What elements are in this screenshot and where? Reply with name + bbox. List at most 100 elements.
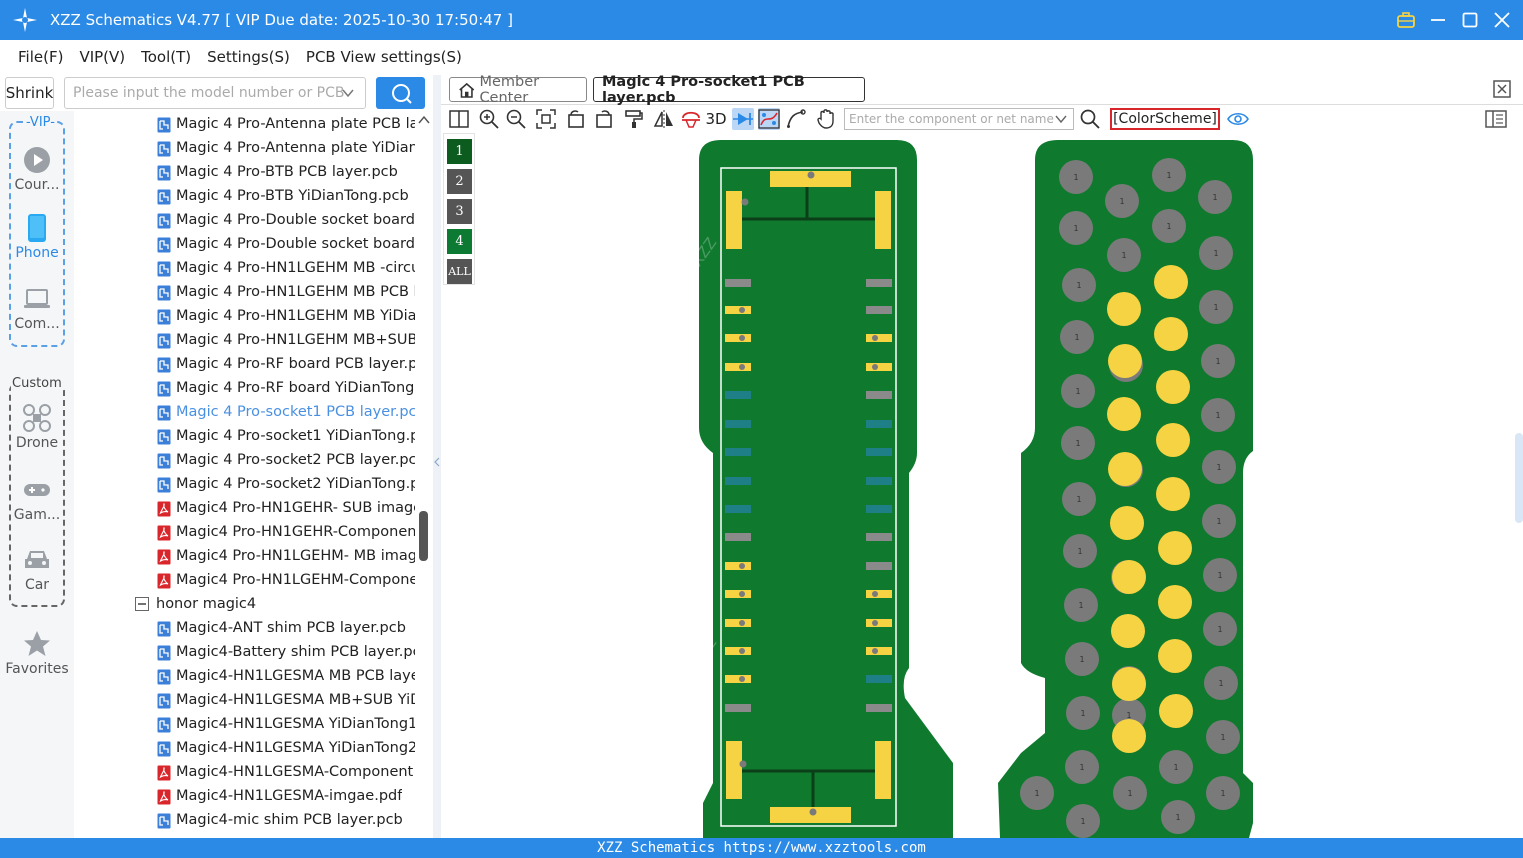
close-tab-icon[interactable] [1493,80,1511,98]
briefcase-icon[interactable] [1397,11,1415,29]
eye-icon[interactable] [1227,108,1249,130]
pad-label: 1 [1077,547,1082,556]
panel-toggle-icon[interactable] [1485,108,1507,130]
search-button[interactable] [376,77,425,109]
tree-file-item[interactable]: Magic4 Pro-HN1LGEHM- MB imag [157,544,415,568]
menu-settings[interactable]: Settings(S) [207,48,290,66]
pin-select-icon[interactable] [732,108,754,130]
via [739,364,745,370]
tree-item-label: Magic 4 Pro-BTB PCB layer.pcb [176,164,398,180]
nav-car[interactable]: Car [0,545,74,593]
collapse-folder-icon[interactable] [135,596,149,612]
tree-file-item[interactable]: Magic 4 Pro-Antenna plate YiDian [157,136,415,160]
mirror-icon[interactable] [653,108,675,130]
tree-file-item[interactable]: Magic4-ANT shim PCB layer.pcb [157,616,415,640]
rotate-left-icon[interactable] [565,108,587,130]
nav-favorites[interactable]: Favorites [0,629,74,677]
chevron-down-icon[interactable] [341,86,355,100]
pcb-file-icon [157,741,171,756]
tree-file-item[interactable]: Magic 4 Pro-socket1 YiDianTong.p [157,424,415,448]
tree-file-item[interactable]: Magic4-HN1LGESMA-imgae.pdf [157,784,415,808]
tree-file-item[interactable]: Magic4-Battery shim PCB layer.pcb [157,640,415,664]
rotate-right-icon[interactable] [593,108,615,130]
pad [725,391,751,399]
tree-file-item[interactable]: Magic4-mic shim PCB layer.pcb [157,808,415,832]
paint-brush-icon[interactable] [623,108,645,130]
zoom-out-icon[interactable] [505,108,527,130]
tree-file-item[interactable]: Magic4 Pro-HN1LGEHM-Compone [157,568,415,592]
tree-file-item[interactable]: Magic4-HN1LGESMA YiDianTong1 [157,712,415,736]
tree-file-item[interactable]: Magic4-HN1LGESMA MB PCB laye [157,664,415,688]
panel-splitter[interactable] [433,75,441,838]
tree-scroll-thumb[interactable] [419,511,428,561]
tree-file-item[interactable]: Magic 4 Pro-Double socket board [157,208,415,232]
close-button[interactable] [1493,11,1511,29]
minimize-button[interactable] [1429,11,1447,29]
layer-3-button[interactable]: 3 [447,199,472,224]
highlight-net-icon[interactable] [680,108,702,130]
nav-course[interactable]: Cour... [0,145,74,193]
pad [866,533,892,541]
color-scheme-button[interactable]: [ColorScheme] [1110,108,1220,130]
layer-all-button[interactable]: ALL [447,259,472,284]
tab-active-document[interactable]: Magic 4 Pro-socket1 PCB layer.pcb [593,74,865,106]
pdf-file-icon [157,765,171,780]
nav-game[interactable]: Gam... [0,475,74,523]
menu-file[interactable]: File(F) [18,48,63,66]
nav-drone[interactable]: Drone [0,403,74,451]
tree-file-item[interactable]: Magic4 Pro-HN1GEHR- SUB image [157,496,415,520]
right-panel-handle[interactable] [1515,433,1523,523]
tree-file-item[interactable]: Magic 4 Pro-RF board YiDianTong [157,376,415,400]
collapse-left-icon[interactable] [434,457,440,467]
nav-phone[interactable]: Phone [0,213,74,261]
tree-file-item[interactable]: Magic 4 Pro-socket2 PCB layer.pcb [157,448,415,472]
tree-folder[interactable]: honor magic4 [135,592,415,616]
tree-file-item[interactable]: Magic 4 Pro-Antenna plate PCB la [157,112,415,136]
pad-label: 1 [1080,709,1085,718]
via [739,591,745,597]
menu-vip[interactable]: VIP(V) [79,48,125,66]
tree-file-item[interactable]: Magic 4 Pro-socket1 PCB layer.pcb [157,400,415,424]
tab-member-center[interactable]: Member Center [449,74,587,106]
component-search-icon[interactable] [1079,108,1101,130]
tree-file-item[interactable]: Magic 4 Pro-socket2 YiDianTong.p [157,472,415,496]
nav-computer[interactable]: Com... [0,284,74,332]
model-search-input[interactable]: Please input the model number or PCB [64,77,366,109]
tree-file-item[interactable]: Magic4-HN1LGESMA-Component [157,760,415,784]
tree-file-item[interactable]: Magic 4 Pro-HN1LGEHM MB YiDia [157,304,415,328]
pad-label: 1 [1121,251,1126,260]
tree-file-item[interactable]: Magic 4 Pro-BTB YiDianTong.pcb [157,184,415,208]
component-search-input[interactable]: Enter the component or net name [844,108,1074,130]
layer-4-button[interactable]: 4 [447,229,472,254]
3d-view-button[interactable]: 3D [703,108,729,130]
menu-pcb-view-settings[interactable]: PCB View settings(S) [306,48,462,66]
zoom-in-icon[interactable] [478,108,500,130]
split-view-icon[interactable] [448,108,470,130]
via [872,364,878,370]
pan-hand-icon[interactable] [815,108,837,130]
tree-file-item[interactable]: Magic4-HN1LGESMA MB+SUB YiD [157,688,415,712]
tree-file-item[interactable]: Magic 4 Pro-BTB PCB layer.pcb [157,160,415,184]
measure-icon[interactable] [785,108,807,130]
fit-view-icon[interactable] [535,108,557,130]
layer-2-button[interactable]: 2 [447,169,472,194]
layer-1-button[interactable]: 1 [447,139,472,164]
scroll-up-icon[interactable] [418,115,430,125]
tree-file-item[interactable]: Magic 4 Pro-HN1LGEHM MB PCB l [157,280,415,304]
tree-file-item[interactable]: Magic 4 Pro-RF board PCB layer.pc [157,352,415,376]
menu-tool[interactable]: Tool(T) [141,48,191,66]
tree-file-item[interactable]: Magic 4 Pro-HN1LGEHM MB -circu [157,256,415,280]
chevron-down-icon[interactable] [1055,113,1067,125]
tree-file-item[interactable]: Magic 4 Pro-Double socket board [157,232,415,256]
net-trace-icon[interactable] [758,108,780,130]
pcb-board-view[interactable]: 11111111111111111111111111111111111111 X… [441,133,1523,838]
tree-file-item[interactable]: Magic4 Pro-HN1GEHR-Componen [157,520,415,544]
maximize-button[interactable] [1461,11,1479,29]
tree-scrollbar[interactable] [415,111,433,838]
via [739,620,745,626]
tree-file-item[interactable]: Magic4-HN1LGESMA YiDianTong2 [157,736,415,760]
tree-file-item[interactable]: Magic 4 Pro-HN1LGEHM MB+SUB [157,328,415,352]
pcb-canvas[interactable]: 11111111111111111111111111111111111111 X… [441,133,1523,838]
pcb-file-icon [157,693,171,708]
shrink-button[interactable]: Shrink [5,77,54,109]
